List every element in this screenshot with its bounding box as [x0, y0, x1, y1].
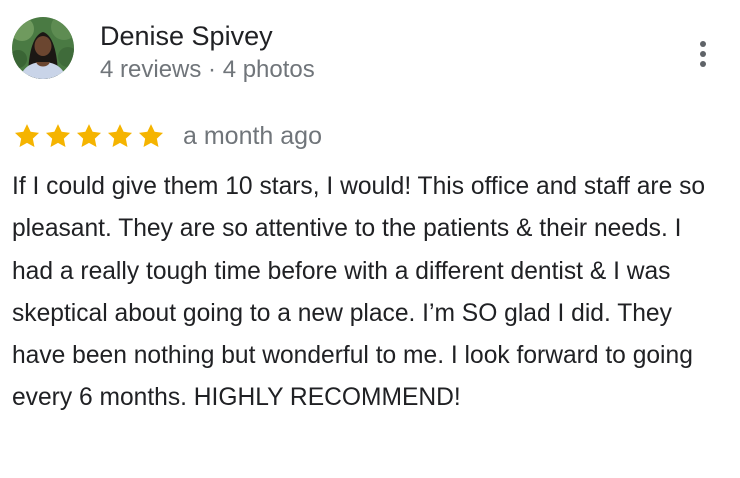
- more-options-button[interactable]: [688, 36, 718, 72]
- star-icon: [43, 122, 73, 150]
- rating-row: a month ago: [12, 119, 322, 153]
- reviewer-stats: 4 reviews · 4 photos: [100, 56, 315, 83]
- star-icon: [136, 122, 166, 150]
- star-rating: [12, 122, 167, 150]
- more-vertical-icon: [700, 41, 706, 67]
- star-icon: [105, 122, 135, 150]
- star-icon: [12, 122, 42, 150]
- star-icon: [74, 122, 104, 150]
- review-text: If I could give them 10 stars, I would! …: [12, 173, 706, 412]
- avatar-photo-icon: [12, 17, 74, 79]
- avatar[interactable]: [12, 17, 74, 79]
- review-date: a month ago: [183, 122, 322, 150]
- reviewer-name[interactable]: Denise Spivey: [100, 20, 273, 52]
